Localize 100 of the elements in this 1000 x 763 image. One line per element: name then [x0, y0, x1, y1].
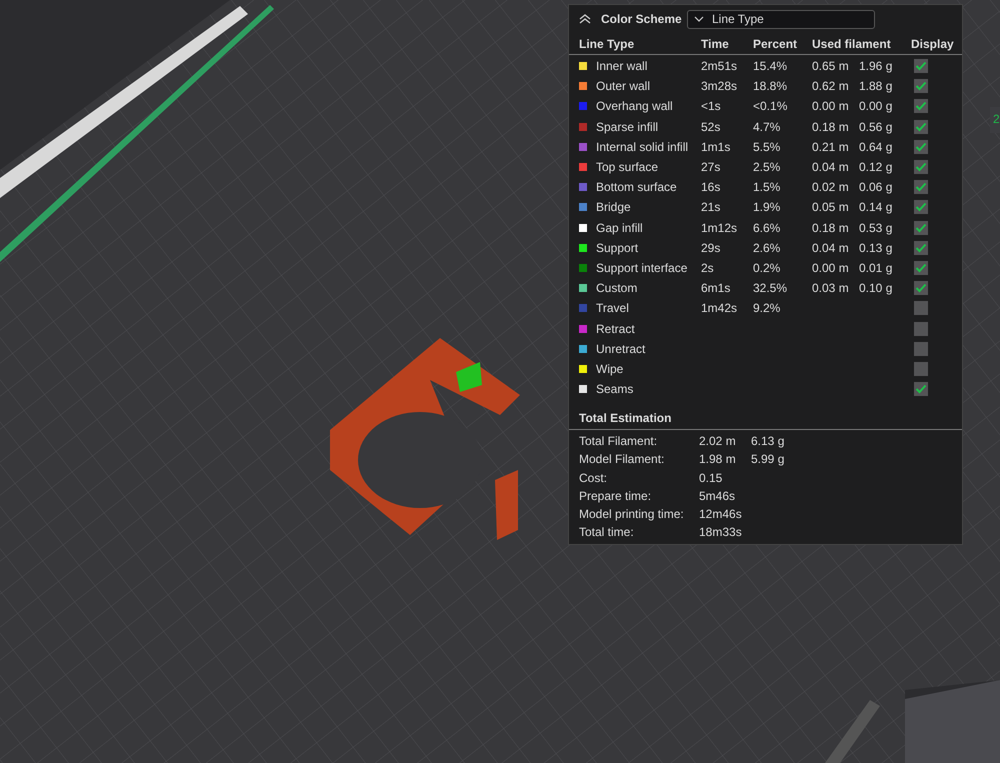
section-title: Total Estimation [569, 399, 962, 430]
collapse-icon[interactable] [579, 14, 591, 24]
estimate-label: Prepare time: [579, 488, 652, 503]
line-type-label: Custom [596, 281, 638, 296]
length-cell-text: 0.00 m [812, 260, 850, 275]
length-cell-text: 0.18 m [812, 220, 850, 235]
weight-cell-text: 0.12 g [859, 160, 894, 174]
panel-title: Color Scheme [601, 12, 683, 26]
display-checkbox[interactable] [914, 342, 928, 356]
percent-cell-text: 1.5% [753, 180, 782, 194]
length-cell-text: 0.65 m [812, 59, 850, 74]
weight-cell-text: 0.14 g [859, 200, 894, 214]
color-scheme-dropdown[interactable]: Line Type [687, 10, 875, 28]
time-cell-text: <1s [701, 99, 722, 114]
weight-cell-text: 0.53 g [859, 220, 894, 235]
percent-cell-text: 32.5% [753, 281, 788, 296]
length-cell-text: 0.62 m [812, 79, 850, 94]
percent-cell-text: 2.6% [753, 240, 782, 255]
display-checkbox[interactable] [914, 120, 928, 134]
weight-cell-text: 1.88 g [859, 79, 894, 94]
length-cell-text: 0.18 m [812, 120, 850, 134]
display-checkbox[interactable] [914, 99, 928, 114]
line-type-label: Retract [596, 322, 636, 336]
percent-cell-text: 4.7% [753, 120, 782, 134]
display-checkbox[interactable] [914, 160, 928, 174]
estimate-label: Total Filament: [579, 434, 658, 448]
display-checkbox[interactable] [914, 140, 928, 154]
percent-cell-text: 5.5% [753, 140, 782, 154]
weight-cell-text: 0.13 g [859, 240, 894, 255]
estimate-label: Model Filament: [579, 452, 666, 466]
estimate-value: 5.99 g [751, 452, 784, 466]
time-cell-text: 52s [701, 120, 722, 134]
display-checkbox[interactable] [914, 180, 928, 194]
time-cell-text: 27s [701, 160, 722, 174]
display-checkbox[interactable] [914, 240, 928, 255]
column-header: Time [701, 36, 730, 50]
weight-cell-text: 0.64 g [859, 140, 894, 154]
display-checkbox[interactable] [914, 281, 928, 296]
line-type-label: Unretract [596, 342, 646, 356]
line-type-label: Support [596, 240, 640, 255]
line-type-label: Wipe [596, 362, 624, 376]
time-cell-text: 21s [701, 200, 722, 214]
display-checkbox[interactable] [914, 301, 928, 316]
percent-cell-text: 2.5% [753, 160, 782, 174]
column-header: Line Type [579, 36, 636, 50]
percent-cell-text: 18.8% [753, 79, 788, 94]
weight-cell-text: 0.01 g [859, 260, 894, 275]
length-cell-text: 0.03 m [812, 281, 850, 296]
display-checkbox[interactable] [914, 220, 928, 235]
display-checkbox[interactable] [914, 59, 928, 74]
display-checkbox[interactable] [914, 362, 928, 376]
percent-cell-text: 1.9% [753, 200, 782, 214]
length-cell-text: 0.02 m [812, 180, 850, 194]
time-cell-text: 2s [701, 260, 715, 275]
time-cell-text: 6m1s [701, 281, 732, 296]
display-checkbox[interactable] [914, 322, 928, 336]
estimate-value: 1.98 m [699, 452, 737, 466]
estimate-label: Total time: [579, 525, 635, 540]
time-cell-text: 1m1s [701, 140, 732, 154]
line-type-label: Bridge [596, 200, 632, 214]
display-checkbox[interactable] [914, 382, 928, 396]
percent-cell-text: 0.2% [753, 260, 782, 275]
estimate-value: 12m46s [699, 507, 743, 522]
estimate-value: 6.13 g [751, 434, 784, 448]
line-type-label: Outer wall [596, 79, 652, 94]
display-checkbox[interactable] [914, 260, 928, 275]
estimate-value: 5m46s [699, 488, 736, 503]
percent-cell-text: 9.2% [753, 301, 782, 316]
display-checkbox[interactable] [914, 200, 928, 214]
estimate-value: 2.02 m [699, 434, 737, 448]
length-cell-text: 0.21 m [812, 140, 850, 154]
line-type-label: Internal solid infill [596, 140, 690, 154]
display-checkbox[interactable] [914, 79, 928, 94]
column-header: Used filament [812, 36, 892, 50]
chevron-icon [694, 16, 704, 22]
time-cell-text: 2m51s [701, 59, 738, 74]
column-header: Percent [753, 36, 798, 50]
estimate-label: Cost: [579, 470, 608, 485]
time-cell-text: 3m28s [701, 79, 738, 94]
line-type-label: Overhang wall [596, 99, 674, 114]
weight-cell-text: 0.10 g [859, 281, 894, 296]
weight-cell-text: 1.96 g [859, 59, 894, 74]
time-cell-text: 1m42s [701, 301, 738, 316]
line-type-label: Gap infill [596, 220, 644, 235]
line-type-label: Bottom surface [596, 180, 678, 194]
weight-cell-text: 0.06 g [859, 180, 894, 194]
estimate-label: Model printing time: [579, 507, 685, 522]
weight-cell-text: 0.00 g [859, 99, 894, 114]
line-type-label: Top surface [596, 160, 660, 174]
column-header: Display [911, 36, 954, 50]
length-cell-text: 0.00 m [812, 99, 850, 114]
time-cell-text: 1m12s [701, 220, 738, 235]
length-cell-text: 0.04 m [812, 160, 850, 174]
estimate-value: 18m33s [699, 525, 743, 540]
percent-cell-text: 15.4% [753, 59, 788, 74]
line-type-label: Travel [596, 301, 630, 316]
line-type-label: Seams [596, 382, 634, 396]
time-cell-text: 16s [701, 180, 722, 194]
line-type-label: Inner wall [596, 59, 648, 74]
length-cell-text: 0.05 m [812, 200, 850, 214]
